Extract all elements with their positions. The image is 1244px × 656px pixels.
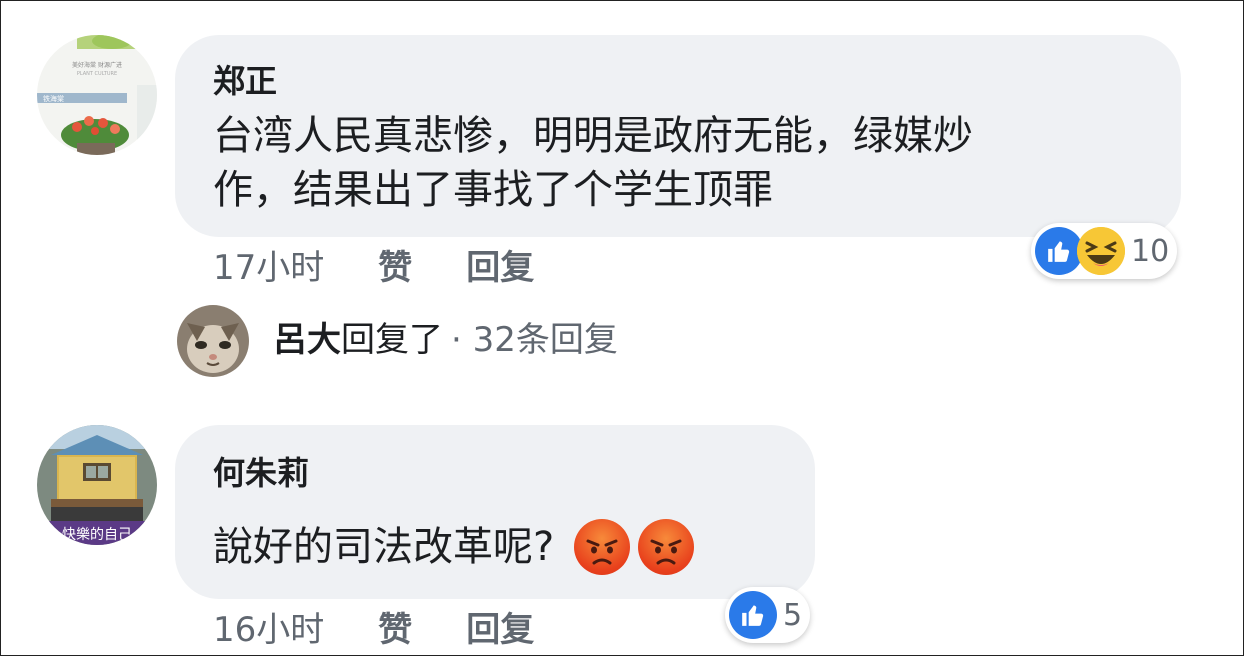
angry-face-icon — [638, 519, 695, 575]
comment-timestamp[interactable]: 17小时 — [213, 251, 324, 285]
comment-actions: 16小时 赞 回复 — [213, 613, 534, 647]
comment-text: 台湾人民真悲惨，明明是政府无能，绿媒炒 作，结果出了事找了个学生顶罪 — [213, 109, 1173, 217]
plant-avatar-image: 美好海棠 财源广进 PLANT CULTURE 铁海棠 — [37, 35, 157, 155]
reply-button[interactable]: 回复 — [466, 613, 534, 647]
svg-text:PLANT CULTURE: PLANT CULTURE — [77, 71, 117, 77]
avatar-zheng-zheng[interactable]: 美好海棠 财源广进 PLANT CULTURE 铁海棠 — [37, 35, 157, 155]
comment-text-line: 作，结果出了事找了个学生顶罪 — [213, 167, 773, 213]
cat-avatar-image — [177, 305, 249, 377]
like-button[interactable]: 赞 — [378, 613, 412, 647]
house-avatar-image: 快樂的自己 — [37, 425, 157, 545]
haha-icon — [1077, 227, 1125, 275]
reply-button[interactable]: 回复 — [466, 251, 534, 285]
comment-text: 說好的司法改革呢? — [213, 519, 695, 575]
avatar-he-zhu-li[interactable]: 快樂的自己 — [37, 425, 157, 545]
reaction-summary[interactable]: 5 — [725, 587, 811, 643]
reaction-count: 5 — [783, 597, 803, 633]
comment-actions: 17小时 赞 回复 — [213, 251, 534, 285]
comment-author[interactable]: 郑正 — [213, 65, 277, 97]
reply-action: 回复了 — [341, 320, 443, 360]
comment-timestamp[interactable]: 16小时 — [213, 613, 324, 647]
like-icon — [729, 591, 777, 639]
view-replies-link[interactable]: 呂大 回复了 · 32条回复 — [273, 323, 618, 357]
angry-face-icon — [574, 519, 631, 575]
like-button[interactable]: 赞 — [378, 251, 412, 285]
comment-text-content: 說好的司法改革呢? — [213, 524, 555, 570]
like-icon — [1035, 227, 1083, 275]
svg-text:快樂的自己: 快樂的自己 — [62, 526, 132, 543]
svg-text:美好海棠 财源广进: 美好海棠 财源广进 — [72, 61, 122, 69]
reply-author[interactable]: 呂大 — [273, 323, 341, 357]
reaction-summary[interactable]: 10 — [1031, 223, 1178, 279]
comment-author[interactable]: 何朱莉 — [213, 457, 309, 489]
svg-text:铁海棠: 铁海棠 — [43, 94, 64, 103]
reply-count: · 32条回复 — [451, 320, 618, 360]
reaction-count: 10 — [1131, 233, 1170, 269]
avatar-lu-da[interactable] — [177, 305, 249, 377]
comment-text-line: 台湾人民真悲惨，明明是政府无能，绿媒炒 — [213, 113, 973, 159]
